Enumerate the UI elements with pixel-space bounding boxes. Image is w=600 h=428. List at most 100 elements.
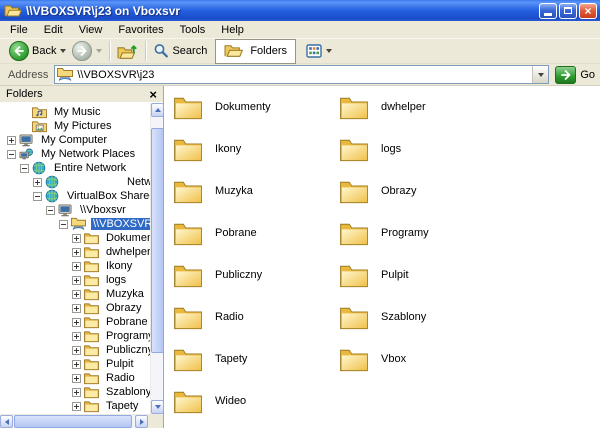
folder-tile-pobrane[interactable]: Pobrane (173, 212, 339, 254)
globe-icon (32, 161, 48, 175)
menu-item-tools[interactable]: Tools (172, 23, 214, 37)
expand-plus-icon[interactable] (72, 248, 81, 257)
tree-item[interactable]: Entire Network (0, 161, 150, 175)
folders-button[interactable]: Folders (215, 39, 296, 64)
collapse-minus-icon[interactable] (33, 192, 42, 201)
folders-panel-header: Folders × (0, 86, 163, 103)
tree-item[interactable]: Szablony (0, 385, 150, 399)
tree-item[interactable]: VirtualBox Shared Folders (0, 189, 150, 203)
scroll-left-button[interactable] (0, 415, 13, 428)
views-dropdown-icon[interactable] (326, 49, 332, 53)
expand-plus-icon[interactable] (72, 332, 81, 341)
expand-plus-icon[interactable] (7, 136, 16, 145)
tree-item[interactable]: Pulpit (0, 357, 150, 371)
expand-plus-icon[interactable] (72, 304, 81, 313)
tree-item[interactable]: \\Vboxsvr (0, 203, 150, 217)
up-button[interactable] (114, 39, 141, 63)
tree-item[interactable]: Publiczny (0, 343, 150, 357)
expand-plus-icon[interactable] (72, 374, 81, 383)
tree-item[interactable]: Ikony (0, 259, 150, 273)
collapse-minus-icon[interactable] (20, 164, 29, 173)
tree-item[interactable]: Obrazy (0, 301, 150, 315)
restore-button[interactable] (559, 3, 577, 19)
menu-item-edit[interactable]: Edit (36, 23, 71, 37)
folder-tile-pulpit[interactable]: Pulpit (339, 254, 505, 296)
back-button[interactable]: Back (6, 39, 69, 63)
minimize-button[interactable] (539, 3, 557, 19)
tree-item[interactable]: My Computer (0, 133, 150, 147)
folder-tile-radio[interactable]: Radio (173, 296, 339, 338)
close-panel-icon[interactable]: × (149, 88, 157, 101)
go-button[interactable] (555, 66, 576, 84)
expand-plus-icon[interactable] (72, 388, 81, 397)
expand-plus-icon[interactable] (72, 290, 81, 299)
folder-tile-dokumenty[interactable]: Dokumenty (173, 86, 339, 128)
collapse-minus-icon[interactable] (46, 206, 55, 215)
folder-tile-label: Radio (215, 311, 244, 323)
scrollbar-corner (148, 415, 163, 428)
expand-plus-icon[interactable] (33, 178, 42, 187)
horizontal-scrollbar[interactable] (0, 414, 163, 428)
expand-plus-icon[interactable] (72, 402, 81, 411)
search-icon (153, 43, 169, 59)
folder-tile-szablony[interactable]: Szablony (339, 296, 505, 338)
folder-tile-label: logs (381, 143, 401, 155)
tree-item[interactable]: Tapety (0, 399, 150, 413)
tree-item[interactable]: My Network Places (0, 147, 150, 161)
tree-item[interactable]: Dokumenty (0, 231, 150, 245)
expand-plus-icon[interactable] (72, 318, 81, 327)
folder-tile-vbox[interactable]: Vbox (339, 338, 505, 380)
tree-item[interactable]: dwhelper (0, 245, 150, 259)
folder-icon (84, 315, 100, 329)
folder-tile-label: Dokumenty (215, 101, 271, 113)
folder-tile-wideo[interactable]: Wideo (173, 380, 339, 422)
tree-item[interactable]: My Music (0, 105, 150, 119)
tree-item[interactable]: logs (0, 273, 150, 287)
folder-tile-logs[interactable]: logs (339, 128, 505, 170)
scroll-right-button[interactable] (135, 415, 148, 428)
forward-button[interactable] (69, 39, 105, 63)
scroll-up-button[interactable] (151, 103, 163, 117)
collapse-minus-icon[interactable] (59, 220, 68, 229)
tree-item[interactable]: \\VBOXSVR\j23 (0, 217, 150, 231)
horizontal-scroll-thumb[interactable] (14, 415, 132, 428)
vertical-scrollbar[interactable] (150, 103, 163, 414)
address-input[interactable]: \\VBOXSVR\j23 (54, 65, 549, 84)
folder-tile-publiczny[interactable]: Publiczny (173, 254, 339, 296)
close-button[interactable]: × (579, 3, 597, 19)
collapse-minus-icon[interactable] (7, 150, 16, 159)
folder-tile-tapety[interactable]: Tapety (173, 338, 339, 380)
views-button[interactable] (301, 43, 337, 59)
expand-plus-icon[interactable] (72, 346, 81, 355)
menu-item-view[interactable]: View (71, 23, 111, 37)
tree-item[interactable]: My Pictures (0, 119, 150, 133)
tree-item[interactable]: Pobrane (0, 315, 150, 329)
folder-tile-muzyka[interactable]: Muzyka (173, 170, 339, 212)
tree-item[interactable]: Muzyka (0, 287, 150, 301)
menu-item-file[interactable]: File (2, 23, 36, 37)
expand-plus-icon[interactable] (72, 234, 81, 243)
folder-tile-ikony[interactable]: Ikony (173, 128, 339, 170)
search-button[interactable]: Search (150, 39, 210, 63)
go-section: Go (555, 66, 595, 84)
folder-tile-dwhelper[interactable]: dwhelper (339, 86, 505, 128)
back-dropdown-icon[interactable] (60, 49, 66, 53)
scroll-down-button[interactable] (151, 400, 163, 414)
folder-tile-programy[interactable]: Programy (339, 212, 505, 254)
folders-tree-area: My MusicMy PicturesMy ComputerMy Network… (0, 103, 163, 414)
main-pane[interactable]: Dokumenty dwhelperIkony logs MuzykaObrazyPo… (164, 86, 600, 428)
tree-item[interactable]: Netw (0, 175, 150, 189)
tree-item[interactable]: Radio (0, 371, 150, 385)
address-dropdown-button[interactable] (532, 66, 548, 83)
views-grid-icon (306, 43, 322, 59)
expand-plus-icon[interactable] (72, 276, 81, 285)
expand-plus-icon[interactable] (72, 360, 81, 369)
expand-plus-icon[interactable] (72, 262, 81, 271)
folder-icon (84, 357, 100, 371)
vertical-scroll-thumb[interactable] (151, 128, 163, 353)
folder-tile-obrazy[interactable]: Obrazy (339, 170, 505, 212)
tree-item[interactable]: Programy (0, 329, 150, 343)
menu-item-favorites[interactable]: Favorites (110, 23, 171, 37)
toolbar-separator (109, 41, 110, 61)
menu-item-help[interactable]: Help (213, 23, 252, 37)
